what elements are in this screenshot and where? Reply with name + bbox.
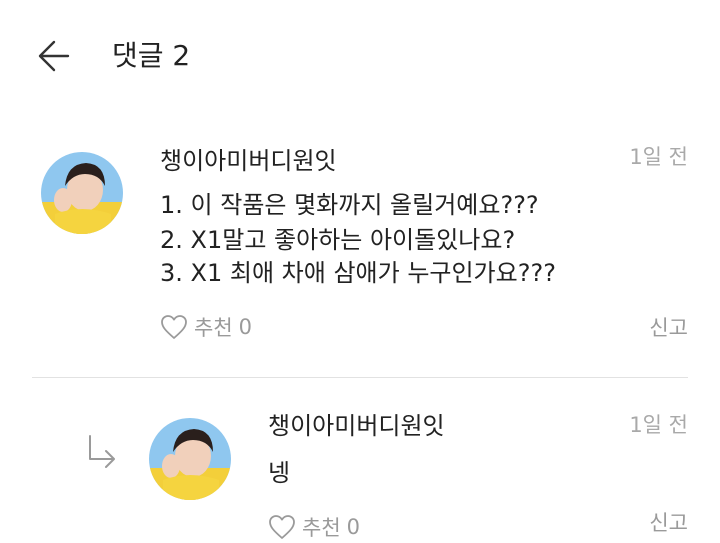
comment-author[interactable]: 챙이아미버디원잇 — [160, 146, 337, 176]
report-button[interactable]: 신고 — [649, 508, 688, 538]
reply-author[interactable]: 챙이아미버디원잇 — [268, 411, 445, 441]
reply-time: 1일 전 — [629, 413, 688, 437]
like-button[interactable]: 추천 0 — [268, 511, 360, 543]
avatar-image — [41, 152, 123, 234]
back-arrow-icon — [38, 40, 70, 72]
page-title: 댓글 2 — [112, 39, 191, 72]
comment-body-line: 2. X1말고 좋아하는 아이돌있나요? — [160, 226, 516, 254]
like-count: 0 — [238, 315, 253, 339]
like-count: 0 — [346, 515, 361, 539]
divider — [32, 377, 688, 378]
like-button[interactable]: 추천 0 — [160, 311, 252, 343]
like-label: 추천 — [194, 316, 233, 340]
header-bar: 댓글 2 — [0, 0, 720, 110]
like-label: 추천 — [302, 516, 341, 540]
comment-time: 1일 전 — [629, 145, 688, 169]
comment-body-line: 3. X1 최애 차애 삼애가 누구인가요??? — [160, 259, 556, 287]
heart-icon — [161, 315, 187, 339]
heart-icon — [269, 515, 295, 539]
back-button[interactable] — [34, 36, 74, 76]
reply-body: 넹 — [268, 459, 291, 487]
comment-body-line: 1. 이 작품은 몇화까지 올릴거예요??? — [160, 191, 539, 219]
avatar[interactable] — [149, 418, 231, 500]
reply-arrow-icon — [89, 435, 115, 468]
avatar-image — [149, 418, 231, 500]
avatar[interactable] — [41, 152, 123, 234]
report-button[interactable]: 신고 — [649, 313, 688, 343]
